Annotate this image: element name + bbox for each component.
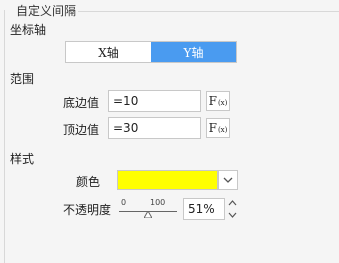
spinner-down-button[interactable] xyxy=(227,210,239,220)
group-border-top xyxy=(78,11,339,12)
range-section-label: 范围 xyxy=(10,72,35,86)
group-title: 自定义间隔 xyxy=(14,2,79,19)
formula-icon: F(x) xyxy=(208,121,228,135)
top-value-input[interactable]: =30 xyxy=(108,117,201,139)
axis-toggle: X轴 Y轴 xyxy=(65,41,237,63)
color-label: 颜色 xyxy=(76,175,101,189)
bottom-formula-button[interactable]: F(x) xyxy=(206,91,230,111)
spinner-up-button[interactable] xyxy=(227,198,239,208)
bottom-value-input[interactable]: =10 xyxy=(108,90,201,112)
opacity-slider-thumb[interactable] xyxy=(143,207,153,221)
top-formula-button[interactable]: F(x) xyxy=(206,118,230,138)
chevron-down-icon xyxy=(223,177,233,183)
slider-min-label: 0 xyxy=(121,198,127,207)
slider-max-label: 100 xyxy=(150,198,166,207)
top-value-label: 顶边值 xyxy=(63,123,100,137)
group-border-left xyxy=(4,10,5,263)
color-swatch[interactable] xyxy=(117,170,218,190)
opacity-input[interactable]: 51% xyxy=(183,198,225,220)
chevron-down-icon xyxy=(228,212,237,218)
opacity-spinner xyxy=(226,198,239,220)
axis-option-y[interactable]: Y轴 xyxy=(151,42,236,62)
bottom-value-label: 底边值 xyxy=(63,96,100,110)
formula-icon: F(x) xyxy=(208,94,228,108)
style-section-label: 样式 xyxy=(10,152,35,166)
axis-section-label: 坐标轴 xyxy=(10,23,47,37)
color-dropdown-button[interactable] xyxy=(218,170,238,190)
axis-option-x[interactable]: X轴 xyxy=(66,42,151,62)
opacity-label: 不透明度 xyxy=(63,203,112,217)
chevron-up-icon xyxy=(228,200,237,206)
